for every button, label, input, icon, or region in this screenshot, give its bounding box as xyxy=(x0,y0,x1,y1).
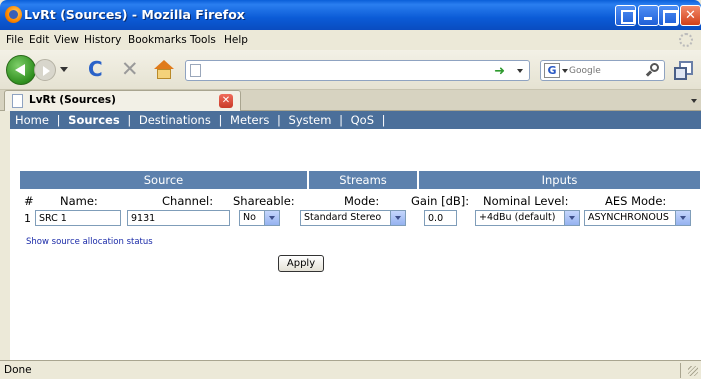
mode-value: Standard Stereo xyxy=(304,212,382,223)
dropdown-arrow-icon[interactable] xyxy=(564,211,579,225)
aes-mode-select[interactable]: ASYNCHRONOUS xyxy=(584,210,691,226)
google-engine-icon[interactable]: G xyxy=(544,63,560,78)
nominal-level-select[interactable]: +4dBu (default) xyxy=(475,210,580,226)
col-header-num: # xyxy=(24,194,34,208)
maximize-button[interactable] xyxy=(658,5,679,26)
go-arrow-icon[interactable]: ➜ xyxy=(494,64,505,79)
name-input-cell xyxy=(35,210,121,226)
menu-tools[interactable]: Tools xyxy=(190,34,216,46)
col-header-aes-mode: AES Mode: xyxy=(605,194,667,208)
status-bar: Done xyxy=(0,360,701,379)
maximize-icon xyxy=(659,6,678,25)
throbber-icon xyxy=(679,33,693,47)
close-window-button[interactable]: ✕ xyxy=(680,5,701,26)
aes-mode-select-cell: ASYNCHRONOUS xyxy=(584,210,691,226)
aes-mode-value: ASYNCHRONOUS xyxy=(588,212,669,223)
url-bar[interactable]: ➜ xyxy=(185,60,530,81)
nav-destinations[interactable]: Destinations xyxy=(139,113,211,127)
menu-bookmarks[interactable]: Bookmarks xyxy=(128,34,187,46)
back-button[interactable] xyxy=(6,55,36,85)
dropdown-arrow-icon[interactable] xyxy=(264,211,279,225)
menu-bar: File Edit View History Bookmarks Tools H… xyxy=(0,30,701,50)
menu-history[interactable]: History xyxy=(84,34,121,46)
group-header-inputs: Inputs xyxy=(419,171,700,189)
dropdown-arrow-icon[interactable] xyxy=(675,211,690,225)
stop-button[interactable]: ✕ xyxy=(121,58,141,80)
back-arrow-icon xyxy=(15,64,25,76)
channel-input[interactable] xyxy=(127,210,230,226)
dropdown-arrow-icon[interactable] xyxy=(390,211,405,225)
app-nav-bar: Home | Sources | Destinations | Meters |… xyxy=(10,111,701,129)
window-panel-button[interactable] xyxy=(673,59,695,81)
mode-select[interactable]: Standard Stereo xyxy=(300,210,406,226)
nav-home[interactable]: Home xyxy=(15,113,49,127)
reload-button[interactable]: C xyxy=(88,59,108,79)
col-header-name: Name: xyxy=(60,194,98,208)
page-icon xyxy=(190,64,201,77)
mode-select-cell: Standard Stereo xyxy=(300,210,406,226)
resize-grip-icon[interactable] xyxy=(688,366,698,376)
nav-sources[interactable]: Sources xyxy=(68,113,120,127)
show-allocation-status-link[interactable]: Show source allocation status xyxy=(26,237,153,247)
tab-page-icon xyxy=(12,94,23,108)
forward-arrow-icon xyxy=(43,66,50,76)
shareable-select-cell: No xyxy=(239,210,280,226)
nav-qos[interactable]: QoS xyxy=(351,113,374,127)
shareable-value: No xyxy=(243,212,256,223)
col-header-nominal-level: Nominal Level: xyxy=(483,194,569,208)
close-icon: ✕ xyxy=(685,8,696,23)
nav-system[interactable]: System xyxy=(289,113,332,127)
col-header-channel: Channel: xyxy=(162,194,214,208)
navigation-toolbar: C ✕ ➜ G xyxy=(0,50,701,90)
shareable-select[interactable]: No xyxy=(239,210,280,226)
menu-file[interactable]: File xyxy=(6,34,24,46)
col-header-mode: Mode: xyxy=(344,194,380,208)
status-text: Done xyxy=(4,364,32,376)
nominal-level-value: +4dBu (default) xyxy=(479,212,556,223)
menu-edit[interactable]: Edit xyxy=(29,34,49,46)
engine-dropdown-icon[interactable] xyxy=(562,69,568,73)
url-dropdown-icon[interactable] xyxy=(517,69,523,73)
tab-lvrt-sources[interactable]: LvRt (Sources) ✕ xyxy=(4,90,241,111)
menu-help[interactable]: Help xyxy=(224,34,248,46)
nominal-level-select-cell: +4dBu (default) xyxy=(475,210,580,226)
group-header-source: Source xyxy=(20,171,307,189)
page-content: Home | Sources | Destinations | Meters |… xyxy=(10,111,701,360)
group-header-streams: Streams xyxy=(309,171,417,189)
row-number: 1 xyxy=(24,212,31,225)
gain-input[interactable] xyxy=(424,210,457,226)
list-all-tabs-icon[interactable] xyxy=(688,94,699,107)
channel-input-cell xyxy=(127,210,230,226)
close-tab-icon[interactable]: ✕ xyxy=(219,94,233,108)
search-bar[interactable]: G xyxy=(540,60,665,81)
search-icon[interactable] xyxy=(645,63,660,77)
history-dropdown-icon[interactable] xyxy=(60,67,68,72)
tab-label: LvRt (Sources) xyxy=(29,94,116,106)
restore-button[interactable] xyxy=(615,5,636,26)
home-icon xyxy=(154,60,174,69)
apply-button[interactable]: Apply xyxy=(278,255,324,272)
search-input[interactable] xyxy=(569,64,629,78)
window-titlebar: LvRt (Sources) - Mozilla Firefox ✕ xyxy=(0,0,701,30)
tab-bar: LvRt (Sources) ✕ xyxy=(0,90,701,111)
nav-meters[interactable]: Meters xyxy=(230,113,269,127)
minimize-icon xyxy=(639,6,658,25)
restore-icon xyxy=(616,6,635,25)
forward-button[interactable] xyxy=(34,59,56,81)
firefox-logo-icon xyxy=(5,6,22,23)
col-header-shareable: Shareable: xyxy=(233,194,295,208)
gain-input-cell xyxy=(424,210,457,226)
minimize-button[interactable] xyxy=(638,5,659,26)
source-name-input[interactable] xyxy=(35,210,121,226)
menu-view[interactable]: View xyxy=(54,34,79,46)
col-header-gain: Gain [dB]: xyxy=(411,194,470,208)
window-title: LvRt (Sources) - Mozilla Firefox xyxy=(24,7,245,22)
home-button[interactable] xyxy=(153,59,175,81)
